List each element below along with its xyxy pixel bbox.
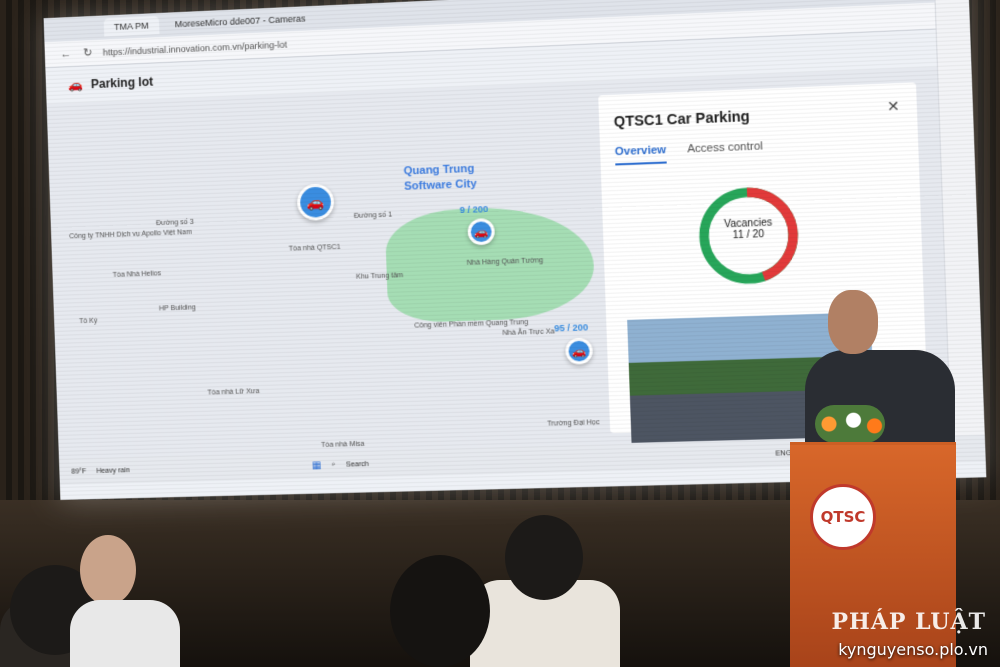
url-field[interactable]: https://industrial.innovation.com.vn/par… xyxy=(103,39,288,57)
parking-pin-icon[interactable]: 🚗 xyxy=(565,337,594,365)
windows-start-icon[interactable]: ▦ xyxy=(312,460,322,471)
taskbar-search[interactable]: Search xyxy=(346,460,369,468)
vacancy-donut: Vacancies 11 / 20 xyxy=(683,182,814,289)
watermark-brand: PHÁP LUẬT xyxy=(831,609,986,635)
weather-desc: Heavy rain xyxy=(96,466,130,475)
page-title: Parking lot xyxy=(90,74,154,92)
podium-logo: QTSC xyxy=(810,484,876,550)
map-label: HP Building xyxy=(158,304,196,313)
map-area-title: Software City xyxy=(404,177,477,193)
parking-count: 9 / 200 xyxy=(459,203,489,216)
vacancy-readout: Vacancies 11 / 20 xyxy=(685,216,813,243)
map-label: Tòa nhà QTSC1 xyxy=(288,243,341,253)
parking-count: 95 / 200 xyxy=(554,322,589,334)
audience-head xyxy=(80,535,136,605)
map-area-title: Quang Trung xyxy=(403,162,475,178)
refresh-icon[interactable]: ↻ xyxy=(81,45,95,60)
map-label: Nhà Ăn Trực Xa xyxy=(502,328,555,338)
flower-arrangement xyxy=(815,405,885,443)
map-label: Tô Ký xyxy=(79,317,98,326)
browser-tab[interactable]: TMA PM xyxy=(103,16,160,37)
tab-access-control[interactable]: Access control xyxy=(687,140,763,162)
map-label: Công ty TNHH Dịch vụ Apollo Việt Nam xyxy=(69,228,193,241)
back-icon[interactable]: ← xyxy=(59,46,73,61)
audience-head xyxy=(390,555,490,667)
map-label: Tòa nhà Lữ Xưa xyxy=(207,388,260,397)
map-label: Đường số 3 xyxy=(155,218,194,228)
browser-tab[interactable]: MoreseMicro dde007 - Cameras xyxy=(164,9,316,34)
map-label: Đường số 1 xyxy=(353,211,393,221)
close-icon[interactable]: ✕ xyxy=(887,98,900,116)
search-icon[interactable]: ⌕ xyxy=(332,461,336,469)
map-label: Tòa nhà Misa xyxy=(320,440,365,450)
map-label: Trường Đại Học xyxy=(547,419,600,428)
car-icon: 🚗 xyxy=(67,77,84,93)
audience-head xyxy=(505,515,583,600)
speaker-head xyxy=(828,290,878,354)
weather-temp: 89°F xyxy=(71,467,87,476)
map-label: Tòa Nhà Helios xyxy=(112,270,162,279)
parking-pin-icon[interactable]: 🚗 xyxy=(296,183,335,222)
panel-title: QTSC1 Car Parking xyxy=(613,107,751,130)
tab-overview[interactable]: Overview xyxy=(614,144,667,166)
watermark-site: kynguyenso.plo.vn xyxy=(838,640,988,659)
audience-member xyxy=(70,600,180,667)
panel-tabs: Overview Access control xyxy=(614,140,764,166)
